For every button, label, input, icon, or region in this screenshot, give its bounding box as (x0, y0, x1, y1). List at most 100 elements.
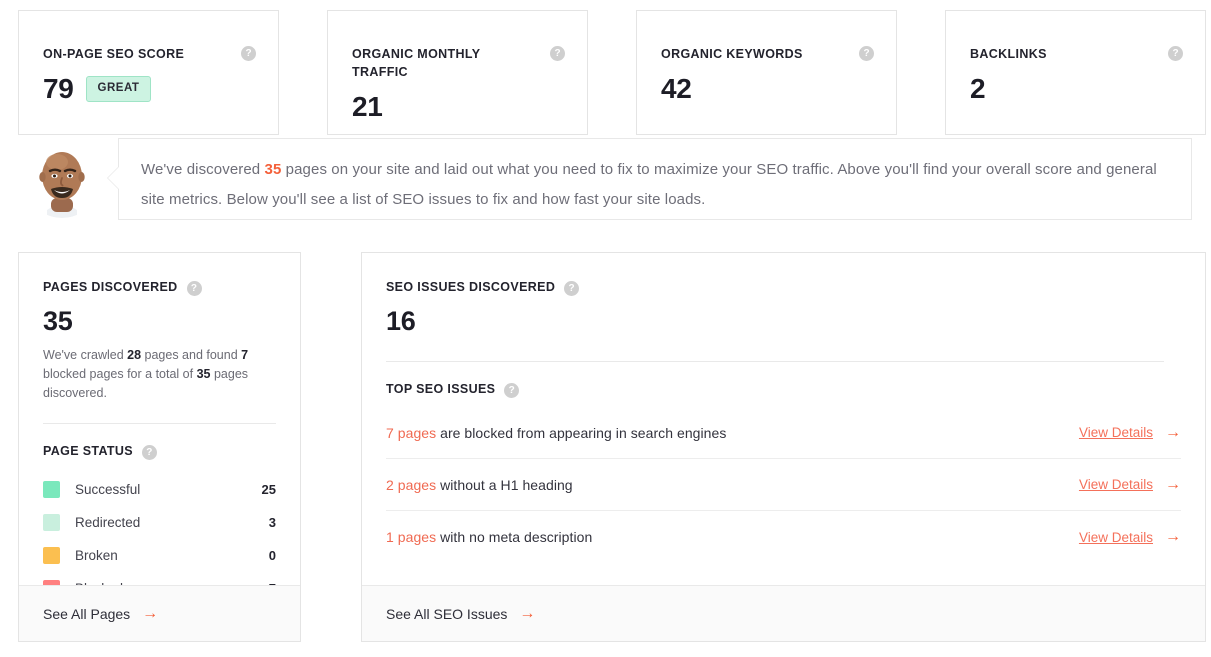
avatar-photo-icon (23, 140, 101, 218)
table-row: 7 pages are blocked from appearing in se… (386, 407, 1181, 459)
arrow-right-icon: → (1165, 528, 1181, 545)
metric-value: 21 (352, 91, 383, 123)
desc-a: We've crawled (43, 348, 128, 362)
view-details-label: View Details (1078, 529, 1153, 545)
seo-issues-panel: SEO ISSUES DISCOVERED ? 16 TOP SEO ISSUE… (361, 252, 1206, 642)
status-color-swatch (43, 547, 60, 564)
metric-value: 2 (970, 73, 986, 105)
list-item[interactable]: Broken 0 (43, 539, 276, 572)
desc-total-count: 35 (196, 367, 211, 381)
see-all-seo-issues-label: See All SEO Issues (386, 605, 508, 622)
help-icon[interactable]: ? (550, 46, 565, 61)
issue-count: 1 pages (386, 529, 437, 545)
help-icon[interactable]: ? (141, 445, 157, 460)
issue-description: 7 pages are blocked from appearing in se… (386, 425, 726, 441)
issue-description: 1 pages with no meta description (386, 529, 592, 545)
view-details-label: View Details (1078, 477, 1153, 492)
page-title: PAGES DISCOVERED (43, 280, 178, 294)
help-icon[interactable]: ? (186, 281, 202, 296)
help-icon[interactable]: ? (504, 383, 520, 398)
metric-label: BACKLINKS (970, 47, 1047, 61)
pages-discovered-value: 35 (43, 306, 73, 336)
pages-panel-footer: See All Pages → (19, 585, 300, 641)
desc-crawled-count: 28 (127, 348, 142, 362)
desc-e: blocked pages for a total of (43, 367, 197, 381)
view-details-link[interactable]: View Details → (1079, 529, 1181, 545)
issue-description: 2 pages without a H1 heading (386, 477, 573, 493)
seo-dashboard: ON-PAGE SEO SCORE ? 79 GREAT ORGANIC MON… (0, 0, 1211, 657)
table-row: 2 pages without a H1 heading View Detail… (386, 459, 1181, 511)
status-count: 25 (261, 482, 276, 497)
avatar (23, 140, 101, 218)
top-seo-issues-title-row: TOP SEO ISSUES ? (386, 381, 1181, 398)
metric-value: 79 (43, 73, 74, 105)
metric-header: ON-PAGE SEO SCORE ? (43, 45, 256, 63)
issues-panel-body: SEO ISSUES DISCOVERED ? 16 TOP SEO ISSUE… (362, 253, 1205, 563)
help-icon[interactable]: ? (1168, 46, 1183, 61)
metric-card-organic-keywords: ORGANIC KEYWORDS ? 42 (636, 10, 897, 135)
metric-label: ON-PAGE SEO SCORE (43, 47, 185, 61)
desc-blocked-count: 7 (241, 348, 249, 362)
metric-label: ORGANIC KEYWORDS (661, 47, 803, 61)
status-color-swatch (43, 481, 60, 498)
pages-discovered-panel: PAGES DISCOVERED ? 35 We've crawled 28 p… (18, 252, 301, 642)
help-icon[interactable]: ? (859, 46, 874, 61)
divider (43, 423, 276, 424)
assistant-highlight-count: 35 (264, 161, 282, 178)
page-status-title-row: PAGE STATUS ? (43, 443, 276, 460)
metric-card-backlinks: BACKLINKS ? 2 (945, 10, 1206, 135)
arrow-right-icon: → (142, 604, 159, 622)
seo-issues-title: SEO ISSUES DISCOVERED (386, 280, 556, 294)
issue-text: with no meta description (436, 529, 593, 545)
status-count: 0 (268, 548, 276, 563)
metric-value-group: 42 (661, 73, 874, 105)
metric-label: ORGANIC MONTHLY TRAFFIC (352, 47, 481, 80)
page-status-title: PAGE STATUS (43, 444, 133, 458)
list-item[interactable]: Successful 25 (43, 473, 276, 506)
arrow-right-icon: → (519, 604, 536, 622)
status-label: Successful (75, 482, 141, 497)
metric-header: BACKLINKS ? (970, 45, 1183, 63)
metric-value-group: 79 GREAT (43, 73, 256, 105)
table-row: 1 pages with no meta description View De… (386, 511, 1181, 563)
help-icon[interactable]: ? (241, 46, 256, 61)
assistant-text-part1: We've discovered (141, 161, 265, 178)
issue-text: without a H1 heading (436, 476, 573, 493)
metric-card-organic-traffic: ORGANIC MONTHLY TRAFFIC ? 21 (327, 10, 588, 135)
issue-count: 7 pages (386, 424, 437, 441)
status-count: 3 (268, 515, 276, 530)
metric-value-group: 2 (970, 73, 1183, 105)
metric-header: ORGANIC MONTHLY TRAFFIC ? (352, 45, 565, 81)
pages-panel-title-row: PAGES DISCOVERED ? (43, 279, 276, 296)
arrow-right-icon: → (1165, 475, 1181, 493)
divider (386, 361, 1164, 362)
seo-issues-title-row: SEO ISSUES DISCOVERED ? (386, 279, 1181, 296)
list-item[interactable]: Redirected 3 (43, 506, 276, 539)
assistant-message-row: We've discovered 35 pages on your site a… (18, 138, 1192, 222)
status-color-swatch (43, 514, 60, 531)
see-all-pages-label: See All Pages (43, 605, 131, 622)
assistant-text-part2: pages on your site and laid out what you… (141, 161, 1157, 208)
view-details-link[interactable]: View Details → (1078, 475, 1181, 493)
pages-panel-body: PAGES DISCOVERED ? 35 We've crawled 28 p… (19, 253, 300, 605)
status-label: Broken (75, 548, 118, 563)
issues-panel-footer: See All SEO Issues → (362, 585, 1205, 641)
see-all-seo-issues-link[interactable]: See All SEO Issues → (386, 604, 536, 622)
assistant-text: We've discovered 35 pages on your site a… (141, 155, 1165, 215)
view-details-label: View Details (1078, 425, 1153, 440)
arrow-right-icon: → (1165, 423, 1181, 441)
panels-row: PAGES DISCOVERED ? 35 We've crawled 28 p… (18, 252, 1206, 642)
status-label: Redirected (75, 515, 141, 530)
pages-discovered-description: We've crawled 28 pages and found 7 block… (43, 346, 276, 403)
metrics-row: ON-PAGE SEO SCORE ? 79 GREAT ORGANIC MON… (18, 10, 1206, 135)
help-icon[interactable]: ? (564, 281, 580, 296)
metric-value-group: 21 (352, 91, 565, 123)
view-details-link[interactable]: View Details → (1078, 423, 1181, 441)
see-all-pages-link[interactable]: See All Pages → (43, 604, 159, 622)
desc-c: pages and found (141, 348, 242, 362)
status-badge: GREAT (85, 76, 152, 102)
issue-count: 2 pages (386, 476, 437, 493)
assistant-bubble: We've discovered 35 pages on your site a… (107, 138, 1192, 220)
top-seo-issues-title: TOP SEO ISSUES (386, 382, 496, 396)
seo-issues-value: 16 (386, 306, 416, 336)
